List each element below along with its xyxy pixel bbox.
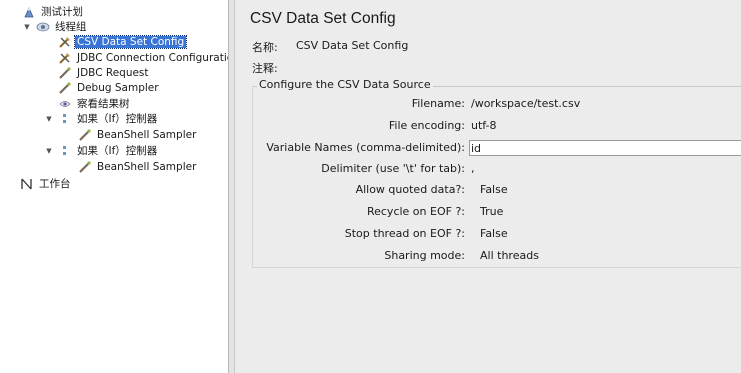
- allow-quoted-data-label: Allow quoted data?:: [355, 183, 465, 196]
- file-encoding-field[interactable]: utf-8: [471, 117, 497, 135]
- sampler-icon: [78, 128, 92, 142]
- allow-quoted-data-select[interactable]: False: [480, 181, 508, 199]
- name-field[interactable]: CSV Data Set Config: [296, 39, 408, 52]
- thread-group-icon: [36, 20, 50, 34]
- sampler-icon: [58, 81, 72, 95]
- variable-names-input[interactable]: id: [469, 140, 741, 156]
- delimiter-row: Delimiter (use '\t' for tab): ,: [235, 160, 741, 178]
- tree-node-beanshell-sampler[interactable]: BeanShell Sampler: [78, 160, 198, 175]
- collapse-toggle-icon[interactable]: ▼: [44, 144, 54, 159]
- sampler-icon: [58, 66, 72, 80]
- test-plan-tree[interactable]: 测试计划 ▼ 线程组 CSV Data Set Config JDBC Conn…: [0, 0, 229, 373]
- filename-row: Filename: /workspace/test.csv: [235, 95, 741, 113]
- controller-icon: [58, 112, 72, 126]
- sampler-icon: [78, 160, 92, 174]
- tree-node-debug-sampler[interactable]: Debug Sampler: [58, 81, 161, 96]
- tree-node-test-plan[interactable]: 测试计划: [22, 5, 85, 20]
- file-encoding-label: File encoding:: [388, 119, 465, 132]
- collapse-toggle-icon[interactable]: ▼: [44, 112, 54, 127]
- collapse-toggle-icon[interactable]: ▼: [22, 20, 32, 35]
- stop-thread-on-eof-row: Stop thread on EOF ?: False: [235, 225, 741, 243]
- tree-node-thread-group[interactable]: ▼ 线程组: [24, 20, 89, 35]
- delimiter-field[interactable]: ,: [471, 160, 475, 178]
- stop-thread-on-eof-label: Stop thread on EOF ?:: [344, 227, 465, 240]
- recycle-on-eof-label: Recycle on EOF ?:: [366, 205, 465, 218]
- delimiter-label: Delimiter (use '\t' for tab):: [321, 162, 465, 175]
- config-element-icon: [58, 51, 72, 65]
- tree-node-workbench[interactable]: 工作台: [20, 177, 73, 192]
- test-plan-icon: [22, 5, 36, 19]
- sharing-mode-label: Sharing mode:: [384, 249, 465, 262]
- tree-node-csv-data-set-config[interactable]: CSV Data Set Config: [58, 35, 188, 50]
- section-title: Configure the CSV Data Source: [257, 78, 433, 91]
- sharing-mode-select[interactable]: All threads: [480, 247, 539, 265]
- variable-names-label: Variable Names (comma-delimited):: [266, 141, 465, 154]
- tree-node-jdbc-request[interactable]: JDBC Request: [58, 66, 151, 81]
- recycle-on-eof-row: Recycle on EOF ?: True: [235, 203, 741, 221]
- recycle-on-eof-select[interactable]: True: [480, 203, 503, 221]
- tree-node-if-controller[interactable]: ▼ 如果（If）控制器: [46, 112, 159, 127]
- tree-node-if-controller[interactable]: ▼ 如果（If）控制器: [46, 144, 159, 159]
- stop-thread-on-eof-select[interactable]: False: [480, 225, 508, 243]
- config-element-icon: [58, 35, 72, 49]
- tree-node-beanshell-sampler[interactable]: BeanShell Sampler: [78, 128, 198, 143]
- file-encoding-row: File encoding: utf-8: [235, 117, 741, 135]
- name-label: 名称:: [252, 41, 278, 54]
- controller-icon: [58, 144, 72, 158]
- comment-label: 注释:: [252, 62, 278, 75]
- workbench-icon: [20, 177, 34, 191]
- tree-node-jdbc-connection-configuration[interactable]: JDBC Connection Configuratic: [58, 51, 228, 66]
- listener-icon: [58, 97, 72, 111]
- panel-title: CSV Data Set Config: [250, 10, 396, 27]
- sharing-mode-row: Sharing mode: All threads: [235, 247, 741, 265]
- filename-field[interactable]: /workspace/test.csv: [471, 95, 580, 113]
- filename-label: Filename:: [411, 97, 465, 110]
- config-panel: CSV Data Set Config 名称: CSV Data Set Con…: [235, 0, 741, 373]
- tree-node-view-results-tree[interactable]: 察看结果树: [58, 97, 132, 112]
- allow-quoted-data-row: Allow quoted data?: False: [235, 181, 741, 199]
- variable-names-row: Variable Names (comma-delimited): id: [235, 139, 741, 157]
